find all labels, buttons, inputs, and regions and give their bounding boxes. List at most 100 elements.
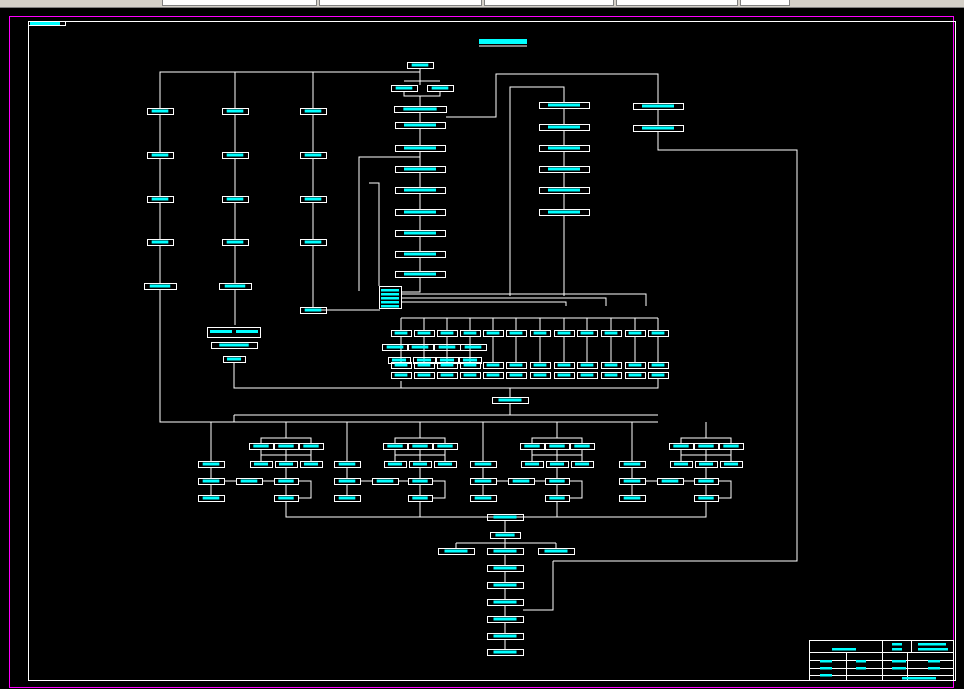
process-box-label — [548, 210, 580, 214]
connector-line — [401, 293, 647, 306]
process-box-label — [437, 444, 453, 448]
flow-connection-lines — [159, 68, 798, 649]
process-box-label — [404, 210, 436, 214]
process-box-label — [226, 357, 242, 361]
process-box-label — [533, 373, 547, 377]
process-box-label — [548, 125, 580, 129]
process-box-label — [404, 252, 436, 256]
process-box-label — [533, 363, 547, 367]
process-box-label — [463, 373, 477, 377]
process-box-label — [151, 197, 169, 201]
stack-box-row — [381, 289, 399, 292]
process-box-label — [642, 126, 674, 130]
process-box-label — [698, 479, 714, 483]
title-block-field — [820, 660, 832, 663]
connector-line — [432, 480, 446, 499]
process-box-label — [417, 373, 431, 377]
process-box-label — [304, 109, 322, 113]
process-box-label — [404, 146, 436, 150]
inner-border — [28, 21, 956, 681]
process-box-label — [548, 146, 580, 150]
pencil-icon[interactable] — [107, 0, 115, 6]
connector-line — [159, 289, 234, 423]
process-box-label — [416, 358, 432, 362]
process-box-label — [395, 86, 413, 90]
process-box-label — [474, 462, 492, 466]
process-box-label — [493, 583, 517, 587]
process-box-label — [580, 331, 594, 335]
process-box-label — [387, 444, 403, 448]
process-box-label — [202, 479, 220, 483]
process-box-label — [548, 103, 580, 107]
layer-dropdown[interactable] — [162, 0, 317, 6]
process-box-label — [604, 363, 618, 367]
title-block-field — [928, 660, 940, 663]
process-box-label — [493, 600, 517, 604]
linetype-dropdown[interactable] — [484, 0, 614, 6]
process-box-label — [651, 363, 665, 367]
process-box-label — [439, 358, 455, 362]
title-block-field — [902, 677, 936, 680]
globe-icon[interactable] — [132, 0, 140, 6]
process-box-label — [486, 373, 500, 377]
process-box-label — [549, 462, 565, 466]
process-box-label — [403, 107, 437, 111]
process-box-label — [474, 479, 492, 483]
process-box-label — [438, 345, 456, 349]
connector-line — [298, 480, 312, 499]
process-box-label — [412, 462, 428, 466]
process-box-label — [580, 363, 594, 367]
plotstyle-dropdown[interactable] — [740, 0, 790, 6]
process-box-label — [278, 462, 294, 466]
process-box-label — [509, 363, 523, 367]
application-toolbar — [0, 0, 964, 8]
process-box-label — [224, 284, 246, 288]
lineweight-dropdown[interactable] — [616, 0, 738, 6]
process-box-label — [493, 566, 517, 570]
flow-process-boxes — [144, 39, 744, 656]
process-box-label — [412, 479, 428, 483]
stack-box-row — [381, 297, 399, 300]
process-box-label — [338, 462, 356, 466]
process-box-label — [240, 479, 258, 483]
color-dropdown[interactable] — [319, 0, 482, 6]
process-box-label — [226, 240, 244, 244]
process-box-label — [533, 331, 547, 335]
process-box-label — [304, 240, 322, 244]
title-block-field — [832, 648, 856, 651]
process-box-label — [226, 109, 244, 113]
process-box-label — [495, 533, 515, 537]
process-box-label — [440, 331, 454, 335]
connector-line — [569, 480, 583, 499]
process-box-label — [651, 331, 665, 335]
process-box-label — [549, 496, 565, 500]
process-box-label — [509, 331, 523, 335]
stack-box-row — [381, 301, 399, 304]
process-box-label — [544, 549, 568, 553]
process-box-label — [437, 462, 453, 466]
process-box-label — [549, 444, 565, 448]
connector-line — [557, 437, 583, 443]
process-box-label — [417, 363, 431, 367]
cad-drawing-canvas[interactable] — [0, 8, 964, 689]
connector-line — [369, 182, 380, 286]
process-box-label — [673, 444, 689, 448]
process-box-label — [512, 479, 530, 483]
process-box-label — [661, 479, 679, 483]
process-box-label — [149, 284, 171, 288]
process-box-label — [394, 363, 408, 367]
process-box-label — [304, 308, 322, 312]
process-box-label — [651, 373, 665, 377]
process-box-label — [278, 496, 294, 500]
process-box-label — [444, 549, 468, 553]
process-box-label — [417, 331, 431, 335]
connector-line — [446, 73, 659, 118]
process-box-label — [404, 231, 436, 235]
process-box-label — [623, 462, 641, 466]
title-block-field — [856, 660, 866, 663]
process-box-label — [557, 363, 571, 367]
process-box-label — [440, 373, 454, 377]
title-block-field — [892, 643, 902, 646]
process-box-label — [304, 153, 322, 157]
title-block-field — [892, 648, 902, 651]
